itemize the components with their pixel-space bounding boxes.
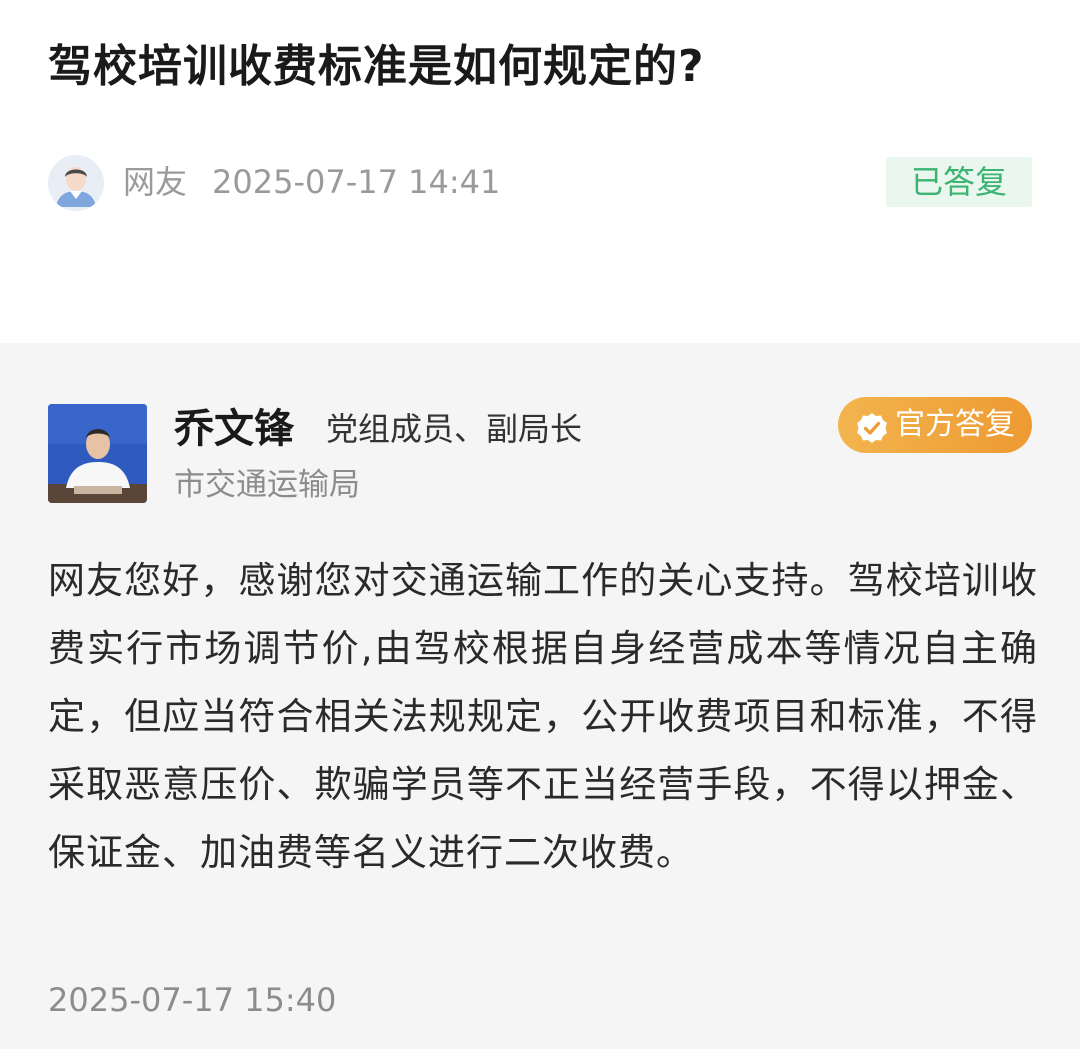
answer-time: 2025-07-17 15:40 [48,981,337,1019]
responder-org: 市交通运输局 [174,467,360,503]
answer-section: 乔文锋 党组成员、副局长 市交通运输局 官方答复 网友您好，感谢您对交通运输工作… [0,343,1080,1049]
verified-check-icon [855,408,889,443]
responder-role: 党组成员、副局长 [326,410,583,448]
user-avatar-icon[interactable] [48,155,104,211]
answer-body: 网友您好，感谢您对交通运输工作的关心支持。驾校培训收费实行市场调节价,由驾校根据… [48,559,1038,874]
question-time: 2025-07-17 14:41 [212,163,501,201]
official-reply-badge: 官方答复 [838,397,1032,453]
status-badge: 已答复 [886,157,1032,207]
question-user: 网友 [123,163,188,201]
responder-photo[interactable] [48,404,147,503]
question-title: 驾校培训收费标准是如何规定的? [48,41,705,92]
official-reply-label: 官方答复 [895,407,1015,442]
question-section: 驾校培训收费标准是如何规定的? 网友 2025-07-17 14:41 已答复 [0,0,1080,343]
responder-name: 乔文锋 [174,406,294,452]
